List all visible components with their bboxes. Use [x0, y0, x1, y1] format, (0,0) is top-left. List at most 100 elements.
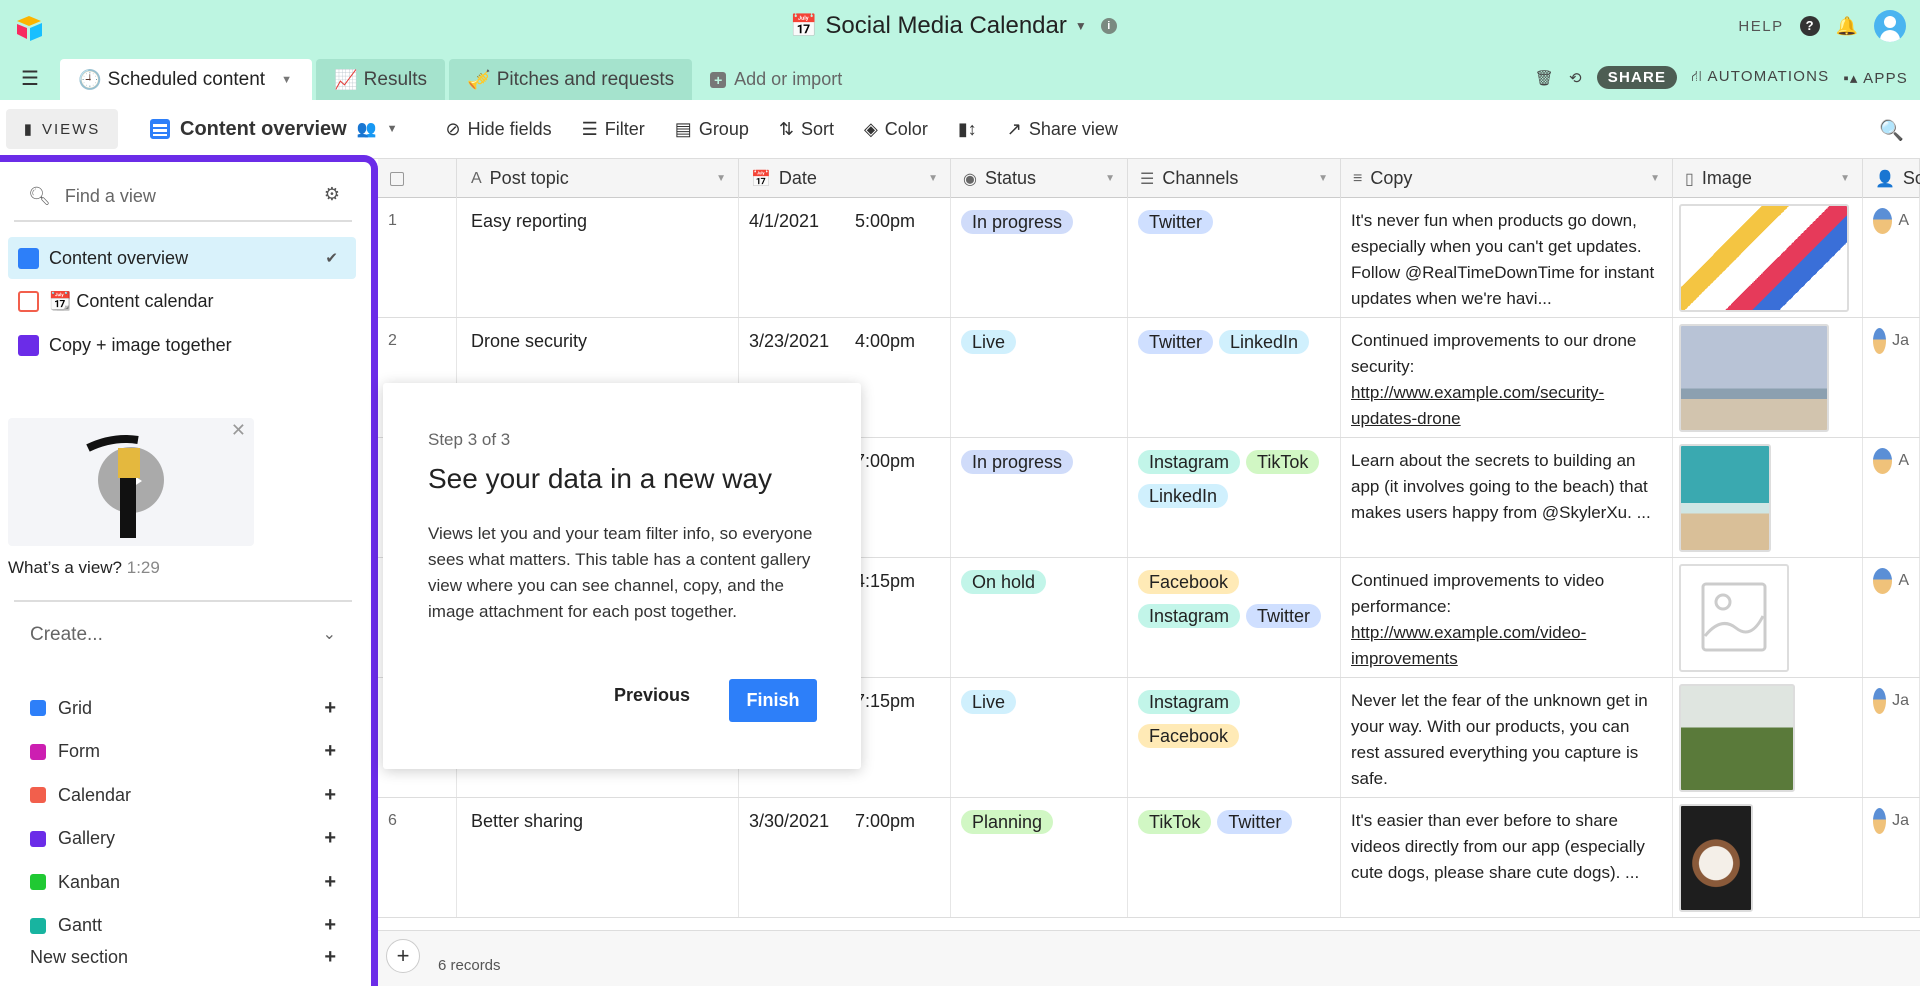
cell[interactable]: Instagram TikTok LinkedIn — [1128, 438, 1341, 557]
tab-pitches-and-requests[interactable]: 🎺 Pitches and requests — [449, 59, 693, 100]
group-button[interactable]: ▤ Group — [675, 119, 749, 140]
cell[interactable]: In progress — [951, 438, 1128, 557]
cell[interactable]: Learn about the secrets to building an a… — [1341, 438, 1673, 557]
share-button[interactable]: SHARE — [1596, 66, 1678, 89]
column-header-image[interactable]: ▯ Image ▼ — [1673, 159, 1863, 198]
cell[interactable]: It's easier than ever before to share vi… — [1341, 798, 1673, 917]
previous-button[interactable]: Previous — [614, 685, 690, 706]
column-header-post-topic[interactable]: A Post topic ▼ — [457, 159, 739, 198]
cell[interactable]: A — [1863, 198, 1920, 317]
cell[interactable]: A — [1863, 438, 1920, 557]
cell[interactable]: A — [1863, 558, 1920, 677]
help-icon[interactable]: ? — [1799, 16, 1820, 36]
collaborator[interactable]: Ja — [1873, 808, 1909, 834]
cell[interactable]: Ja — [1863, 678, 1920, 797]
cell[interactable]: Never let the fear of the unknown get in… — [1341, 678, 1673, 797]
cell[interactable]: Ja — [1863, 798, 1920, 917]
cell[interactable]: Live — [951, 678, 1128, 797]
create-gantt-button[interactable]: Gantt + — [30, 911, 336, 941]
hamburger-menu-icon[interactable]: ☰ — [0, 59, 60, 100]
column-header-copy[interactable]: ≡ Copy ▼ — [1341, 159, 1673, 198]
help-link[interactable]: HELP — [1738, 18, 1783, 35]
gear-icon[interactable]: ⚙ — [324, 184, 340, 205]
cell[interactable] — [1673, 198, 1863, 317]
color-button[interactable]: ◈ Color — [864, 119, 928, 140]
cell[interactable]: Planning — [951, 798, 1128, 917]
filter-button[interactable]: ☰ Filter — [582, 119, 645, 140]
caret-down-icon[interactable]: ▼ — [1650, 173, 1660, 184]
image-attachment-dog[interactable] — [1679, 804, 1753, 912]
cell[interactable]: 1 — [378, 198, 457, 317]
history-icon[interactable]: ⟲ — [1569, 69, 1583, 87]
view-switcher[interactable]: Content overview 👥 ▼ — [150, 118, 398, 141]
create-section-toggle[interactable]: Create... ⌄ — [30, 624, 336, 646]
add-record-button[interactable]: + — [386, 939, 420, 973]
video-thumbnail[interactable]: ✕ — [8, 418, 254, 546]
copy-link[interactable]: http://www.example.com/security-updates-… — [1351, 383, 1604, 428]
column-header-so[interactable]: 👤 So — [1863, 159, 1920, 198]
column-header-status[interactable]: ◉ Status ▼ — [951, 159, 1128, 198]
cell[interactable]: Live — [951, 318, 1128, 437]
row-height-button[interactable]: ▮↕ — [958, 119, 977, 140]
cell[interactable]: Facebook Instagram Twitter — [1128, 558, 1341, 677]
create-calendar-button[interactable]: Calendar + — [30, 780, 336, 810]
sidebar-view-copy-image-together[interactable]: Copy + image together — [8, 324, 356, 366]
cell[interactable] — [1673, 678, 1863, 797]
cell[interactable] — [1673, 558, 1863, 677]
share-view-button[interactable]: ↗ Share view — [1007, 119, 1118, 140]
cell[interactable]: 6 — [378, 798, 457, 917]
create-kanban-button[interactable]: Kanban + — [30, 867, 336, 897]
column-header-channels[interactable]: ☰ Channels ▼ — [1128, 159, 1341, 198]
cell[interactable]: Ja — [1863, 318, 1920, 437]
column-header-date[interactable]: 📅 Date ▼ — [739, 159, 951, 198]
image-attachment-beach[interactable] — [1679, 444, 1771, 552]
info-icon[interactable]: i — [1100, 18, 1117, 34]
cell[interactable]: Continued improvements to video performa… — [1341, 558, 1673, 677]
automations-button[interactable]: ⛙ AUTOMATIONS — [1691, 68, 1829, 87]
caret-down-icon[interactable]: ▼ — [387, 123, 398, 135]
image-attachment-placeholder[interactable] — [1679, 564, 1789, 672]
caret-down-icon[interactable]: ▼ — [1105, 173, 1115, 184]
collaborator[interactable]: A — [1873, 568, 1909, 594]
cell[interactable]: Continued improvements to our drone secu… — [1341, 318, 1673, 437]
caret-down-icon[interactable]: ▼ — [1840, 173, 1850, 184]
cell[interactable]: TikTok Twitter — [1128, 798, 1341, 917]
collaborator[interactable]: A — [1873, 208, 1909, 234]
cell[interactable]: 3/30/2021 7:00pm — [739, 798, 951, 917]
bell-icon[interactable]: 🔔 — [1836, 16, 1858, 37]
base-title[interactable]: 📅 Social Media Calendar ▼ i — [790, 12, 1117, 40]
image-attachment-drone[interactable] — [1679, 324, 1829, 432]
add-or-import-button[interactable]: + Add or import — [696, 59, 856, 100]
collaborator[interactable]: Ja — [1873, 688, 1909, 714]
trash-icon[interactable]: 🗑 — [1535, 69, 1555, 87]
table-row[interactable]: 6 Better sharing 3/30/2021 7:00pm Planning Ti… — [378, 798, 1920, 918]
copy-link[interactable]: http://www.example.com/video-improvement… — [1351, 623, 1586, 668]
hide-fields-button[interactable]: ⊘ Hide fields — [446, 119, 552, 140]
cell[interactable]: Twitter LinkedIn — [1128, 318, 1341, 437]
tab-results[interactable]: 📈 Results — [316, 59, 446, 100]
cell[interactable]: 4/1/2021 5:00pm — [739, 198, 951, 317]
cell[interactable] — [1673, 438, 1863, 557]
create-form-button[interactable]: Form + — [30, 737, 336, 767]
close-icon[interactable]: ✕ — [231, 420, 246, 441]
collaborator[interactable]: Ja — [1873, 328, 1909, 354]
new-section-button[interactable]: New section + — [30, 942, 336, 972]
video-title[interactable]: What’s a view? 1:29 — [8, 558, 160, 578]
table-row[interactable]: 1 Easy reporting 4/1/2021 5:00pm In progress… — [378, 198, 1920, 318]
caret-down-icon[interactable]: ▼ — [716, 173, 726, 184]
cell[interactable]: In progress — [951, 198, 1128, 317]
sidebar-view-content-overview[interactable]: Content overview ✔ — [8, 237, 356, 279]
search-icon[interactable]: 🔍 — [1879, 118, 1904, 143]
collaborator[interactable]: A — [1873, 448, 1909, 474]
find-view-input[interactable]: 🔍︎ Find a view ⚙ — [28, 182, 340, 210]
user-avatar[interactable] — [1874, 10, 1906, 42]
sidebar-view-content-calendar[interactable]: 📆 Content calendar — [8, 280, 356, 322]
cell[interactable]: Easy reporting — [457, 198, 739, 317]
image-attachment-bicycle[interactable] — [1679, 684, 1795, 792]
caret-down-icon[interactable]: ▼ — [1318, 173, 1328, 184]
create-grid-button[interactable]: Grid + — [30, 693, 336, 723]
apps-button[interactable]: ▪▴ APPS — [1843, 69, 1908, 87]
cell[interactable]: Better sharing — [457, 798, 739, 917]
airtable-logo[interactable] — [14, 14, 44, 44]
cell[interactable] — [1673, 318, 1863, 437]
